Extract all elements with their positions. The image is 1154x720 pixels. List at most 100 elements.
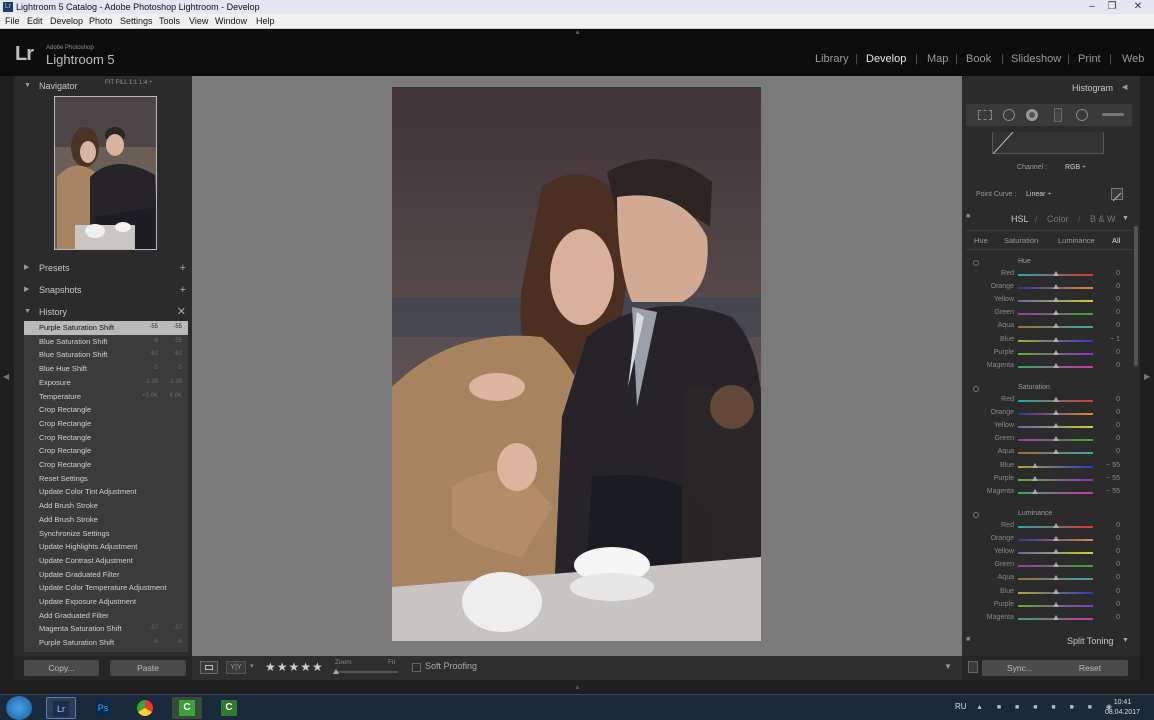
menu-view[interactable]: View <box>189 14 208 29</box>
collapse-triangle-icon[interactable]: ◀ <box>1122 83 1127 91</box>
slider-thumb[interactable] <box>1052 349 1059 355</box>
start-button-icon[interactable] <box>6 696 32 720</box>
slider-value[interactable]: 0 <box>1100 309 1120 316</box>
slider-thumb[interactable] <box>1052 588 1059 594</box>
copy-button[interactable]: Copy... <box>24 660 99 676</box>
split-toning-header[interactable]: Split Toning <box>1067 636 1113 646</box>
toolbar-content-chevron-icon[interactable]: ▼ <box>944 662 952 671</box>
history-header[interactable]: ▼ History ✕ <box>24 302 192 322</box>
rating-stars[interactable]: ★★★★★ <box>265 660 324 674</box>
camtasia-recorder-taskbar-icon[interactable]: C <box>214 697 244 719</box>
slider-value[interactable]: − 55 <box>1100 462 1120 469</box>
histogram-header[interactable]: Histogram <box>1072 83 1113 93</box>
collapse-filmstrip-arrow-icon[interactable]: ▲ <box>574 684 581 691</box>
paste-button[interactable]: Paste <box>110 660 186 676</box>
navigator-header[interactable]: ▼ Navigator <box>24 76 192 96</box>
collapse-top-arrow-icon[interactable]: ▲ <box>574 29 581 36</box>
module-library[interactable]: Library <box>815 53 849 65</box>
history-item[interactable]: Update Highlights Adjustment <box>24 540 188 554</box>
slider-value[interactable]: 0 <box>1100 614 1120 621</box>
slider-thumb[interactable] <box>1052 362 1059 368</box>
slider-value[interactable]: 0 <box>1100 535 1120 542</box>
history-item[interactable]: Temperature +5.6K 6.6K <box>24 390 188 404</box>
subtab-saturation[interactable]: Saturation <box>1004 236 1038 245</box>
close-button[interactable]: ✕ <box>1124 0 1152 13</box>
add-snapshot-icon[interactable]: + <box>180 280 186 300</box>
menu-photo[interactable]: Photo <box>89 14 113 29</box>
history-item[interactable]: Purple Saturation Shift -6 -6 <box>24 636 188 650</box>
slider-value[interactable]: 0 <box>1100 296 1120 303</box>
slider-value[interactable]: 0 <box>1100 522 1120 529</box>
history-item[interactable]: Update Exposure Adjustment <box>24 595 188 609</box>
collapse-triangle-icon[interactable]: ▼ <box>1122 215 1129 222</box>
subtab-luminance[interactable]: Luminance <box>1058 236 1095 245</box>
slider-thumb[interactable] <box>1052 549 1059 555</box>
slider-thumb[interactable] <box>1032 475 1039 481</box>
slider-value[interactable]: 0 <box>1100 601 1120 608</box>
slider-thumb[interactable] <box>1052 297 1059 303</box>
slider-thumb[interactable] <box>1052 284 1059 290</box>
system-clock[interactable]: 10:41 08.04.2017 <box>1105 698 1140 718</box>
slider-value[interactable]: 0 <box>1100 422 1120 429</box>
slider-thumb[interactable] <box>1052 310 1059 316</box>
history-item[interactable]: Purple Saturation Shift -55 -55 <box>24 321 188 335</box>
zoom-slider[interactable] <box>335 671 398 673</box>
slider-value[interactable]: 0 <box>1100 574 1120 581</box>
expand-triangle-icon[interactable]: ▼ <box>1122 637 1129 644</box>
crop-overlay-icon[interactable] <box>978 110 992 120</box>
spot-removal-icon[interactable] <box>1003 109 1015 121</box>
module-book[interactable]: Book <box>966 53 991 65</box>
history-item[interactable]: Blue Saturation Shift -63 -63 <box>24 348 188 362</box>
slider-thumb[interactable] <box>1052 562 1059 568</box>
history-item[interactable]: Reset Settings <box>24 472 188 486</box>
presets-header[interactable]: ▶ Presets + <box>24 258 192 278</box>
menu-edit[interactable]: Edit <box>27 14 43 29</box>
slider-value[interactable]: 0 <box>1100 588 1120 595</box>
slider-value[interactable]: 0 <box>1100 435 1120 442</box>
collapse-left-arrow-icon[interactable]: ◀ <box>3 372 9 381</box>
panel-switch-icon[interactable]: ■ <box>966 636 970 643</box>
photoshop-taskbar-icon[interactable]: Ps <box>88 697 118 719</box>
slider-thumb[interactable] <box>1032 462 1039 468</box>
menu-develop[interactable]: Develop <box>50 14 83 29</box>
group-target-adjust-icon[interactable] <box>973 512 979 518</box>
module-develop[interactable]: Develop <box>866 53 906 65</box>
history-item[interactable]: Exposure -1.26 -1.26 <box>24 376 188 390</box>
subtab-all[interactable]: All <box>1112 236 1120 245</box>
slider-value[interactable]: 0 <box>1100 409 1120 416</box>
subtab-hue[interactable]: Hue <box>974 236 988 245</box>
soft-proofing-checkbox[interactable] <box>412 663 421 672</box>
history-item[interactable]: Update Color Tint Adjustment <box>24 485 188 499</box>
history-item[interactable]: Blue Saturation Shift -8 -55 <box>24 335 188 349</box>
slider-value[interactable]: 0 <box>1100 396 1120 403</box>
clear-history-icon[interactable]: ✕ <box>177 302 186 322</box>
slider-thumb[interactable] <box>1052 575 1059 581</box>
slider-value[interactable]: − 1 <box>1100 336 1120 343</box>
history-item[interactable]: Synchronize Settings <box>24 527 188 541</box>
tab-bw[interactable]: B & W <box>1090 214 1116 224</box>
slider-thumb[interactable] <box>1052 423 1059 429</box>
history-item[interactable]: Add Brush Stroke <box>24 499 188 513</box>
menu-help[interactable]: Help <box>256 14 275 29</box>
main-photo[interactable] <box>392 87 761 641</box>
history-item[interactable]: Crop Rectangle <box>24 458 188 472</box>
slider-value[interactable]: 0 <box>1100 548 1120 555</box>
slider-thumb[interactable] <box>1052 449 1059 455</box>
red-eye-icon[interactable] <box>1026 109 1038 121</box>
slider-value[interactable]: 0 <box>1100 561 1120 568</box>
navigator-zoom-options[interactable]: FIT FILL 1:1 1:4 ÷ <box>105 80 152 86</box>
slider-thumb[interactable] <box>1032 488 1039 494</box>
reset-button[interactable]: Reset <box>1052 660 1128 676</box>
history-item[interactable]: Update Graduated Filter <box>24 568 188 582</box>
snapshots-header[interactable]: ▶ Snapshots + <box>24 280 192 300</box>
sync-button[interactable]: Sync... <box>982 660 1058 676</box>
zoom-slider-thumb[interactable] <box>333 669 339 674</box>
slider-value[interactable]: 0 <box>1100 349 1120 356</box>
add-preset-icon[interactable]: + <box>180 258 186 278</box>
lightroom-taskbar-icon[interactable]: Lr <box>46 697 76 719</box>
radial-filter-icon[interactable] <box>1076 109 1088 121</box>
menu-file[interactable]: File <box>5 14 20 29</box>
panel-switch-icon[interactable]: ■ <box>966 213 970 220</box>
point-curve-select[interactable]: Linear ÷ <box>1026 191 1051 198</box>
history-item[interactable]: Add Graduated Filter <box>24 609 188 623</box>
